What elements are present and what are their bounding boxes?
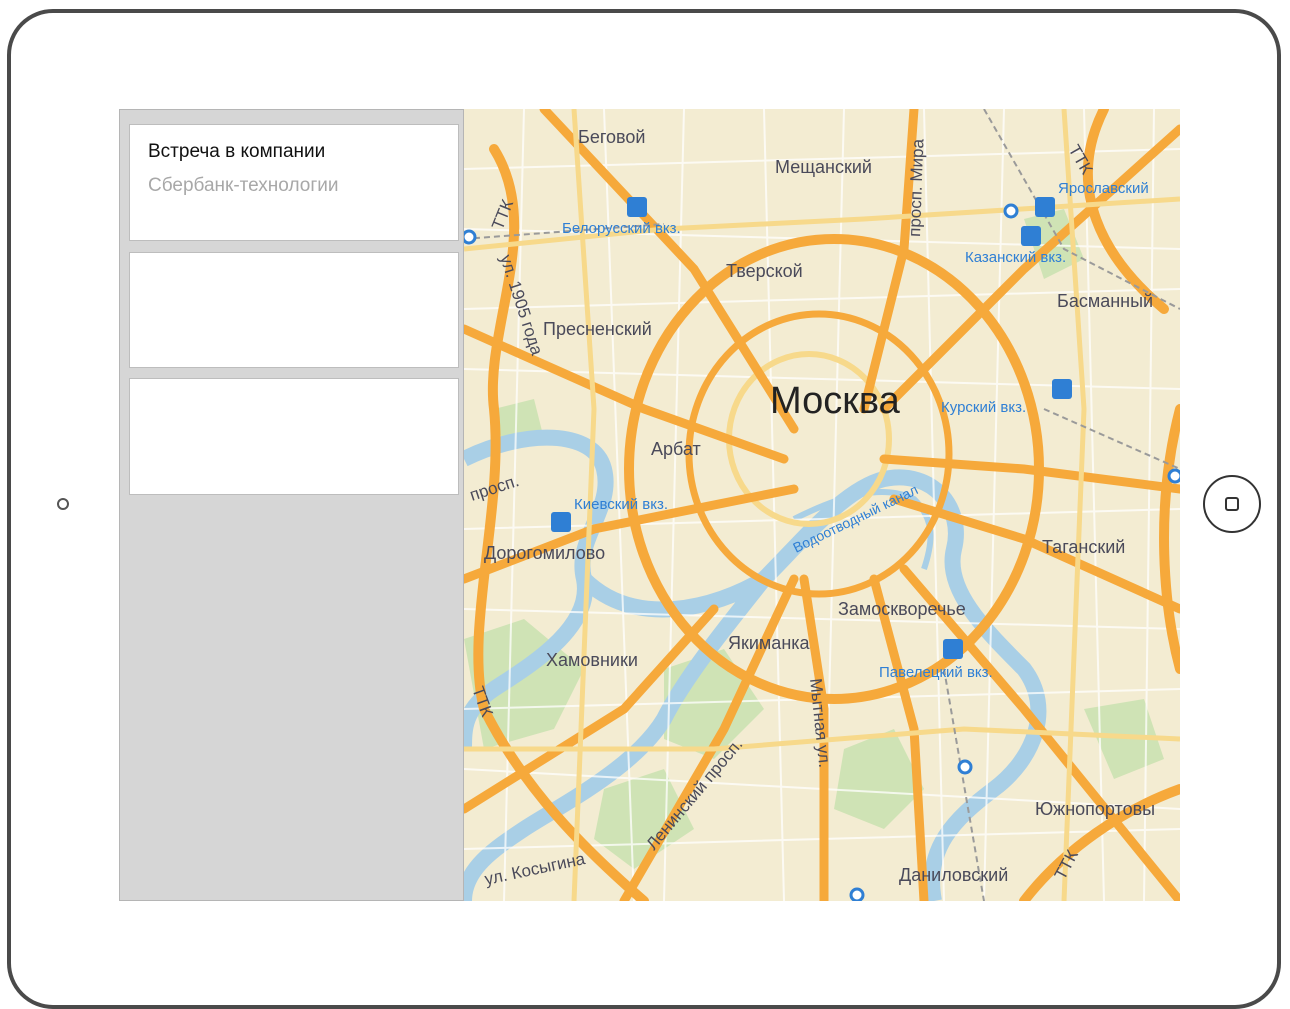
metro-icon	[849, 887, 865, 901]
district-label: Дорогомилово	[484, 543, 605, 563]
train-station-icon	[1052, 379, 1072, 399]
metro-icon	[464, 229, 477, 245]
meeting-title: Встреча в компании	[148, 141, 326, 162]
meeting-company: Сбербанк-технологии	[148, 175, 339, 196]
station-label: Белорусский вкз.	[562, 220, 681, 237]
street-label: просп. Мира	[905, 138, 927, 237]
district-label: Арбат	[651, 439, 701, 459]
meeting-card-empty[interactable]	[129, 252, 459, 368]
meeting-card-empty[interactable]	[129, 378, 459, 495]
district-label: Мещанский	[775, 157, 872, 177]
metro-icon	[1003, 203, 1019, 219]
district-label: Замоскворечье	[838, 599, 966, 619]
district-label: Даниловский	[899, 865, 1008, 885]
metro-icon	[957, 759, 973, 775]
train-station-icon	[1021, 226, 1041, 246]
train-station-icon	[943, 639, 963, 659]
metro-icon	[1167, 468, 1180, 484]
district-label: Пресненский	[543, 319, 652, 339]
meeting-card[interactable]: Встреча в компании Сбербанк-технологии	[129, 124, 459, 241]
station-label: Ярославский	[1058, 180, 1149, 197]
station-label: Казанский вкз.	[965, 249, 1066, 266]
home-button[interactable]	[1203, 475, 1261, 533]
train-station-icon	[627, 197, 647, 217]
district-label: Басманный	[1057, 291, 1153, 311]
city-map[interactable]: Москва Беговой Мещанский Тверской Басман…	[464, 109, 1180, 901]
station-label: Курский вкз.	[941, 399, 1026, 416]
train-station-icon	[551, 512, 571, 532]
meeting-sidebar: Встреча в компании Сбербанк-технологии	[119, 109, 464, 901]
station-label: Киевский вкз.	[574, 496, 668, 513]
train-station-icon	[1035, 197, 1055, 217]
district-label: Южнопортовы	[1035, 799, 1155, 819]
district-label: Якиманка	[728, 633, 811, 653]
camera-icon	[57, 498, 69, 510]
city-label: Москва	[770, 380, 901, 422]
district-label: Хамовники	[546, 650, 638, 670]
district-label: Беговой	[578, 127, 645, 147]
app-screen: Встреча в компании Сбербанк-технологии М…	[119, 109, 1180, 901]
map-canvas[interactable]: Москва Беговой Мещанский Тверской Басман…	[464, 109, 1180, 901]
station-label: Павелецкий вкз.	[879, 664, 993, 681]
home-square-icon	[1225, 497, 1239, 511]
district-label: Таганский	[1042, 537, 1125, 557]
district-label: Тверской	[726, 261, 803, 281]
